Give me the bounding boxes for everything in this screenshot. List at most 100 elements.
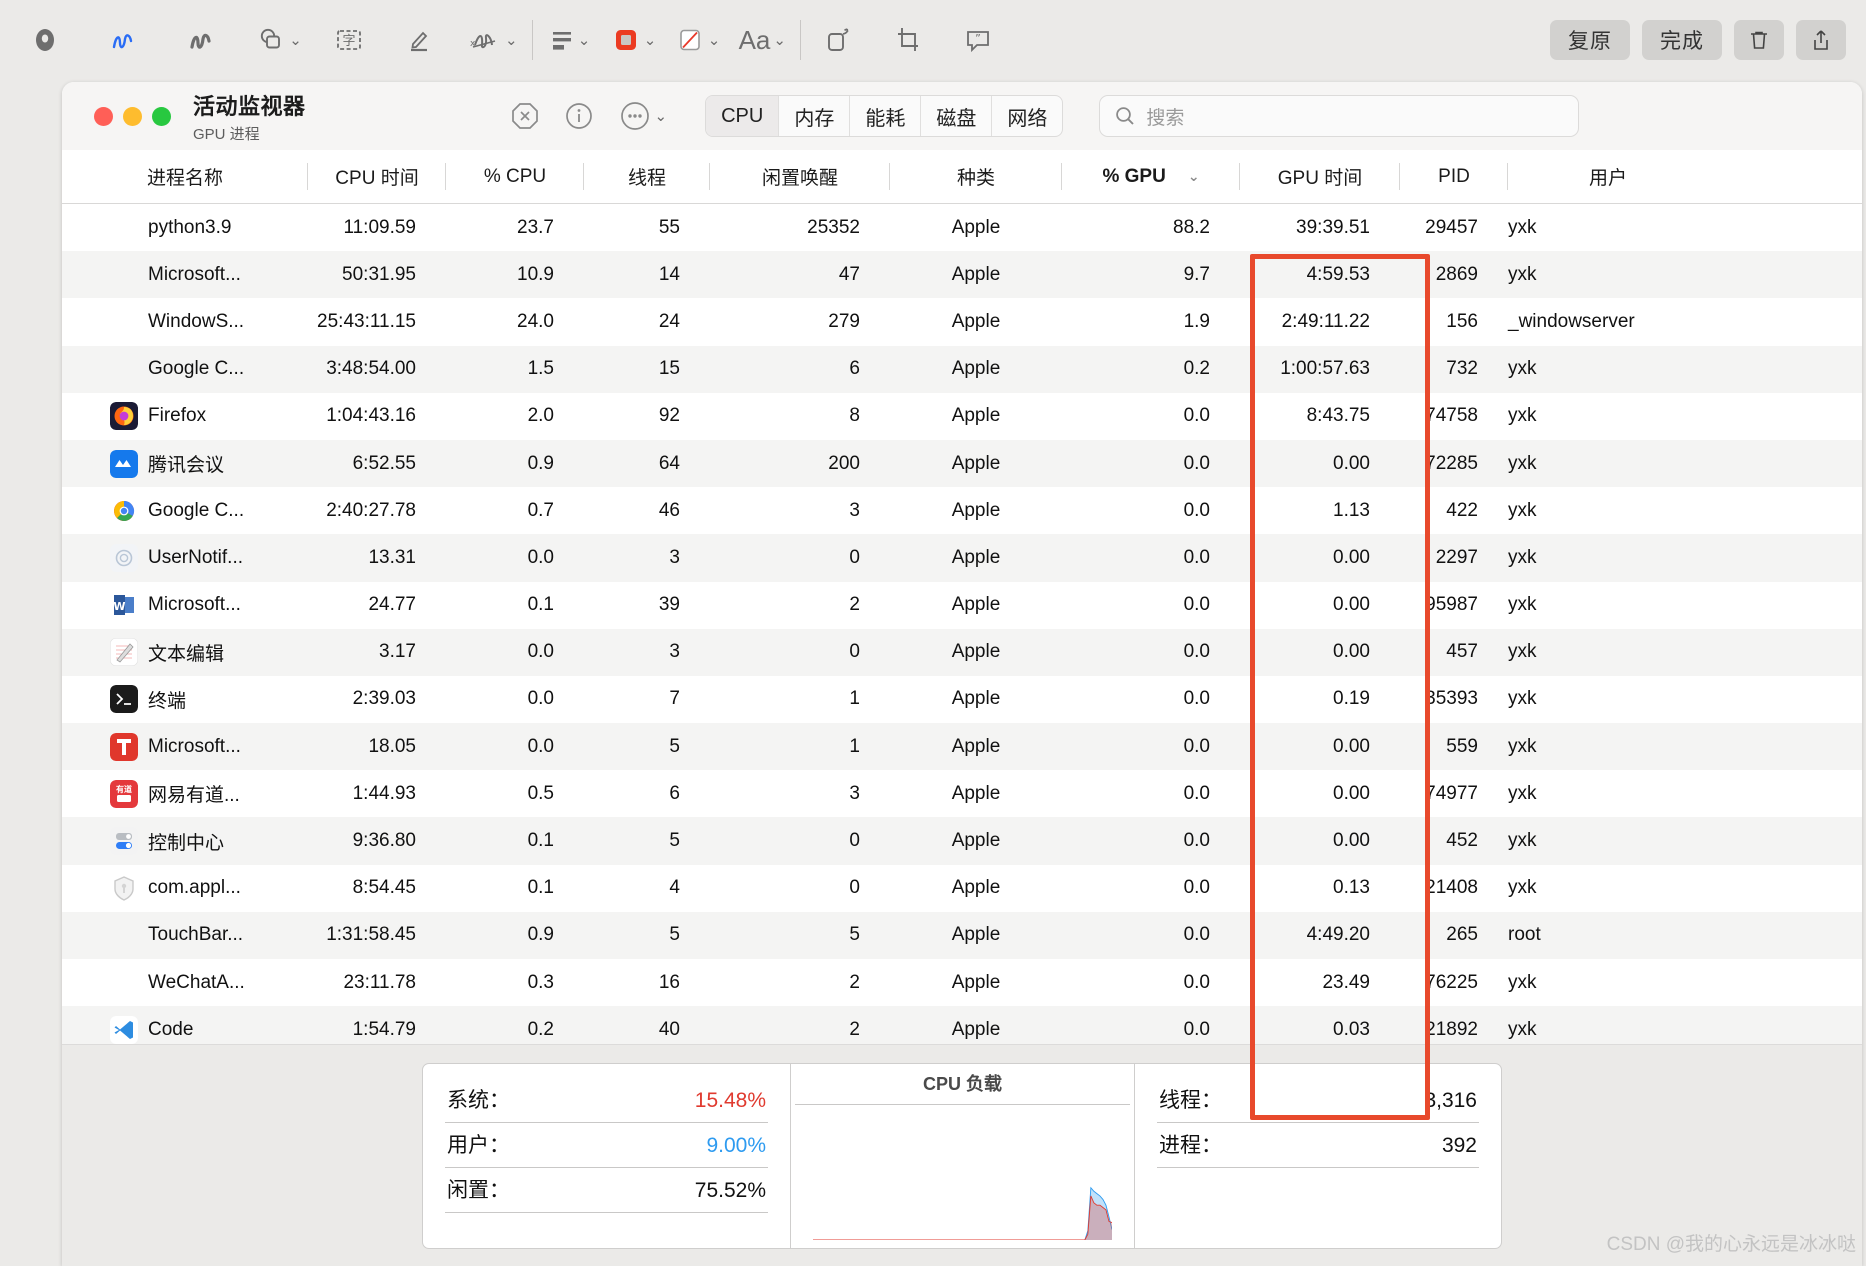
- table-row[interactable]: Firefox 1:04:43.16 2.0 92 8 Apple 0.0 8:43.75 74…: [62, 393, 1862, 440]
- cpu-load-graph-panel: CPU 负载: [791, 1063, 1135, 1248]
- load-line-系统: [813, 1195, 1112, 1239]
- sketch-icon[interactable]: [100, 17, 146, 63]
- table-row[interactable]: WeChatA... 23:11.78 0.3 16 2 Apple 0.0 23.49 762…: [62, 959, 1862, 1006]
- tab-memory[interactable]: 内存: [778, 96, 849, 136]
- column-header-gpuT[interactable]: GPU 时间: [1240, 150, 1400, 203]
- column-header-label: 进程名称: [146, 168, 223, 189]
- cell-cpuT: 2:40:27.78: [326, 499, 416, 521]
- chevron-down-icon[interactable]: ⌄: [578, 33, 591, 48]
- close-button[interactable]: [94, 106, 113, 126]
- column-header-pcpu[interactable]: % CPU: [446, 150, 584, 203]
- cell-name: com.appl...: [62, 865, 308, 912]
- cell-pid: 72285: [1425, 452, 1478, 474]
- cell-pid: 76225: [1425, 971, 1478, 993]
- minimize-button[interactable]: [123, 106, 142, 126]
- cell-gpuT: 0.19: [1333, 688, 1370, 710]
- cpu-load-graph-title: CPU 负载: [922, 1073, 1002, 1094]
- shape-style-icon[interactable]: ⌄: [547, 17, 593, 63]
- search-field[interactable]: 搜索: [1099, 95, 1580, 137]
- chevron-down-icon[interactable]: ⌄: [505, 33, 518, 48]
- cell-pgpu: 0.0: [1183, 452, 1210, 474]
- cell-user: yxk: [1508, 216, 1537, 238]
- signature-icon[interactable]: x ⌄: [466, 17, 518, 63]
- chevron-down-icon[interactable]: ⌄: [289, 33, 302, 48]
- table-row[interactable]: TouchBar... 1:31:58.45 0.9 5 5 Apple 0.0 4:49.2…: [62, 911, 1862, 959]
- cell-pcpu: 0.0: [527, 546, 554, 568]
- column-header-label: CPU 时间: [335, 168, 419, 189]
- cell-pgpu: 0.0: [1183, 594, 1210, 616]
- table-row[interactable]: UserNotif... 13.31 0.0 3 0 Apple 0.0 0.00 2297 yx…: [62, 534, 1862, 582]
- tab-cpu[interactable]: CPU: [706, 96, 779, 136]
- share-icon[interactable]: [1796, 20, 1846, 60]
- zoom-button[interactable]: [152, 106, 171, 126]
- column-header-user[interactable]: 用户: [1508, 150, 1708, 203]
- column-header-thr[interactable]: 线程: [584, 150, 710, 203]
- column-header-name[interactable]: 进程名称: [62, 150, 308, 203]
- trash-icon[interactable]: [1734, 20, 1784, 60]
- table-row[interactable]: 腾讯会议 6:52.55 0.9 64 200 Apple 0.0 0.00 72285 yxk: [62, 439, 1862, 488]
- table-row[interactable]: WindowS... 25:43:11.15 24.0 24 279 Apple 1.9 2:…: [62, 298, 1862, 345]
- stat-system: 系统： 15.48%: [445, 1078, 768, 1123]
- table-row[interactable]: com.appl... 8:54.45 0.1 4 0 Apple 0.0 0.13 21408…: [62, 865, 1862, 912]
- column-header-cpuT[interactable]: CPU 时间: [308, 150, 446, 203]
- table-row[interactable]: 有道 网易有道... 1:44.93 0.5 6 3 Apple 0.0 0.00 74977 yx…: [62, 770, 1862, 817]
- chevron-down-icon[interactable]: ⌄: [708, 33, 721, 48]
- x-octagon-icon[interactable]: [510, 101, 540, 131]
- shapes-icon[interactable]: ⌄: [256, 17, 302, 63]
- annotate-icon[interactable]: ”: [955, 17, 1001, 63]
- text-box-icon[interactable]: 字: [326, 17, 372, 63]
- cell-thr: 5: [669, 735, 680, 757]
- done-button[interactable]: 完成: [1642, 20, 1722, 60]
- text-style-icon[interactable]: Aa ⌄: [739, 17, 786, 63]
- table-row[interactable]: 控制中心 9:36.80 0.1 5 0 Apple 0.0 0.00 452 yxk: [62, 817, 1862, 865]
- instant-alpha-icon[interactable]: [22, 17, 68, 63]
- process-name: com.appl...: [148, 877, 241, 899]
- table-row[interactable]: python3.9 11:09.59 23.7 55 25352 Apple 88.2 39:…: [62, 204, 1862, 251]
- cell-thr: 92: [658, 405, 680, 427]
- summary-panel: 系统： 15.48% 用户： 9.00% 闲置： 75.52% CPU 负载 线…: [422, 1062, 1502, 1249]
- info-circle-icon[interactable]: [564, 101, 594, 131]
- table-row[interactable]: W Microsoft... 24.77 0.1 39 2 Apple 0.0 0.00 9598…: [62, 582, 1862, 629]
- chevron-down-icon[interactable]: ⌄: [644, 33, 657, 48]
- column-header-pgpu[interactable]: % GPU ⌄: [1062, 150, 1240, 203]
- highlight-icon[interactable]: [396, 17, 442, 63]
- cell-thr: 7: [669, 688, 680, 710]
- chevron-down-icon[interactable]: ⌄: [655, 109, 668, 124]
- tab-disk[interactable]: 磁盘: [920, 96, 991, 136]
- cell-pgpu: 0.0: [1183, 782, 1210, 804]
- table-row[interactable]: Google C... 3:48:54.00 1.5 15 6 Apple 0.2 1:00:…: [62, 345, 1862, 393]
- process-table: 进程名称 CPU 时间 % CPU 线程 闲置唤醒 种类 % GPU ⌄ GPU 时间 PID 用户…: [62, 150, 1862, 1054]
- tab-network[interactable]: 网络: [991, 96, 1062, 136]
- undo-button[interactable]: 复原: [1550, 20, 1630, 60]
- crop-icon[interactable]: [885, 17, 931, 63]
- column-header-kind[interactable]: 种类: [890, 150, 1062, 203]
- cell-thr: 46: [658, 499, 680, 521]
- chevron-down-icon[interactable]: ⌄: [773, 33, 786, 48]
- chevron-down-icon[interactable]: ⌄: [1188, 168, 1200, 185]
- fill-color-icon[interactable]: ⌄: [675, 17, 721, 63]
- table-row[interactable]: Microsoft... 50:31.95 10.9 14 47 Apple 9.7 4:59…: [62, 251, 1862, 299]
- cell-pcpu: 0.1: [527, 830, 554, 852]
- table-row[interactable]: 终端 2:39.03 0.0 7 1 Apple 0.0 0.19 35393 yxk: [62, 676, 1862, 723]
- table-row[interactable]: Microsoft... 18.05 0.0 5 1 Apple 0.0 0.00 559 yxk: [62, 723, 1862, 771]
- table-row[interactable]: 文本编辑 3.17 0.0 3 0 Apple 0.0 0.00 457 yxk: [62, 628, 1862, 676]
- rotate-icon[interactable]: [815, 17, 861, 63]
- cell-gpuT: 0.00: [1333, 546, 1370, 568]
- tab-energy[interactable]: 能耗: [849, 96, 920, 136]
- table-row[interactable]: Google C... 2:40:27.78 0.7 46 3 Apple 0.0 1.13 4…: [62, 487, 1862, 534]
- more-actions-button[interactable]: ⌄: [618, 99, 668, 133]
- column-header-idle[interactable]: 闲置唤醒: [710, 150, 890, 203]
- firefox-app-icon: [110, 402, 138, 431]
- youdao-app-icon: 有道: [110, 779, 138, 808]
- cell-cpuT: 23:11.78: [343, 971, 416, 993]
- cell-idle: 47: [838, 263, 860, 285]
- cell-idle: 3: [849, 782, 860, 804]
- svg-text:”: ”: [975, 32, 981, 45]
- column-header-pid[interactable]: PID: [1400, 150, 1508, 203]
- toolbar-divider-1: [531, 20, 533, 60]
- cell-kind: Apple: [951, 310, 1001, 332]
- border-color-icon[interactable]: ⌄: [611, 17, 657, 63]
- cell-pid: 156: [1446, 310, 1478, 332]
- cell-cpuT: 3.17: [379, 641, 416, 663]
- draw-icon[interactable]: [178, 17, 224, 63]
